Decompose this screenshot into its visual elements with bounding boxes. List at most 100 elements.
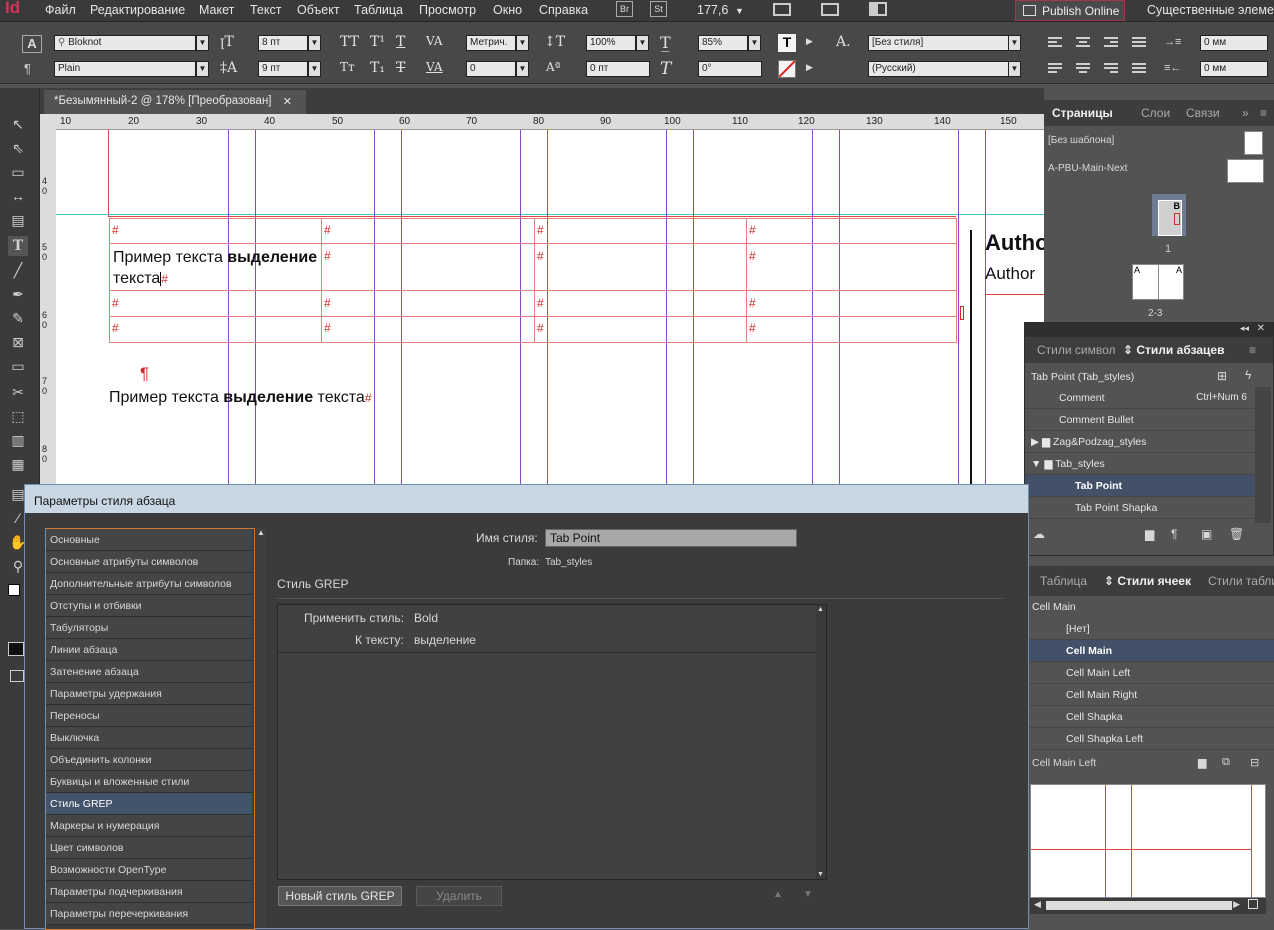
left-indent-field[interactable]: 0 мм [1200,35,1268,51]
new-style-from-selection-icon[interactable]: ⊞ [1217,369,1227,383]
none-master[interactable]: [Без шаблона] [1048,135,1114,146]
category-item[interactable]: Табуляторы [46,617,252,639]
delete-button[interactable]: Удалить [416,886,502,906]
paragraph-text[interactable]: Пример текста выделение текста# [109,389,372,407]
underline-icon[interactable]: T [396,34,405,50]
menu-edit[interactable]: Редактирование [90,3,185,17]
collapse-arrow-icon[interactable]: ▼ [1031,458,1044,470]
category-item[interactable]: Объединить колонки [46,749,252,771]
none-master-thumb[interactable] [1244,131,1263,155]
fill-swatch-icon[interactable] [8,584,20,596]
category-item[interactable]: Переносы [46,705,252,727]
scroll-up-icon[interactable]: ▲ [817,606,824,613]
gradient-feather-tool-icon[interactable]: ▦ [8,454,28,474]
expand-arrow-icon[interactable]: ▶ [1031,436,1042,448]
scroll-up-icon[interactable]: ▲ [257,528,265,537]
category-item[interactable]: Цвет символов [46,837,252,859]
screen-mode-icon[interactable] [821,3,839,16]
tracking-dropdown-icon[interactable]: ▼ [516,61,529,77]
leading-dropdown-icon[interactable]: ▼ [308,61,321,77]
vertical-scale-field[interactable]: 100% [586,35,636,51]
menu-help[interactable]: Справка [539,3,588,17]
tab-layers[interactable]: Слои [1141,106,1170,120]
superscript-icon[interactable]: T¹ [370,34,385,50]
category-item[interactable]: Выключка [46,727,252,749]
trash-icon[interactable]: 🗑 [1229,527,1244,541]
scroll-down-icon[interactable]: ▼ [817,871,824,878]
justify-left-icon[interactable] [1046,61,1064,77]
list-item-selected[interactable]: Cell Main [1028,640,1274,662]
gradient-tool-icon[interactable]: ▥ [8,430,28,450]
rectangle-frame-tool-icon[interactable]: ⊠ [8,332,28,352]
category-item[interactable]: Линии абзаца [46,639,252,661]
justify-all-icon[interactable] [1130,61,1148,77]
language-dropdown-icon[interactable]: ▼ [1008,61,1021,77]
tab-table-styles[interactable]: Стили табли [1208,574,1274,588]
selection-tool-icon[interactable]: ↖ [8,114,28,134]
new-style-icon[interactable]: ▣ [1201,527,1212,541]
menu-file[interactable]: Файл [45,3,76,17]
page-1-thumb[interactable]: B [1158,200,1182,236]
horizontal-ruler[interactable]: 10 20 30 40 50 60 70 80 90 100 110 120 1… [56,114,1044,130]
justify-right-icon[interactable] [1102,61,1120,77]
panel-menu-icon[interactable]: ≡ [1260,106,1267,120]
kerning-field[interactable]: Метрич. [466,35,516,51]
style-group[interactable]: ▼ ▆ Tab_styles [1025,453,1255,475]
category-list[interactable]: Основные Основные атрибуты символов Допо… [45,528,255,930]
font-style-dropdown-icon[interactable]: ▼ [196,61,209,77]
to-text-value[interactable]: выделение [414,633,476,647]
tab-character-styles[interactable]: Стили символ [1037,343,1116,357]
paragraph-style-list[interactable]: Comment Ctrl+Num 6 Comment Bullet ▶ ▆ Zag… [1025,387,1255,523]
font-family-dropdown-icon[interactable]: ▼ [196,35,209,51]
align-left-icon[interactable] [1046,35,1064,51]
stroke-arrow-icon[interactable]: ▶ [806,62,813,73]
menu-object[interactable]: Объект [297,3,340,17]
line-tool-icon[interactable]: ╱ [8,260,28,280]
menu-layout[interactable]: Макет [199,3,234,17]
preview-frame-icon[interactable] [1248,899,1258,909]
grep-style-entry[interactable]: Применить стиль: Bold К тексту: выделени… [278,605,816,653]
font-style-field[interactable]: Plain [54,61,196,77]
move-up-icon[interactable]: ▲ [773,889,783,900]
style-options-icon[interactable]: ¶ [1171,527,1177,541]
author-text[interactable]: Author [985,264,1035,284]
list-item-selected[interactable]: Tab Point [1025,475,1255,497]
paragraph-mode-icon[interactable]: ¶ [24,61,31,76]
screen-mode-tool-icon[interactable] [10,670,24,682]
baseline-shift-field[interactable]: 0 пт [586,61,650,77]
fill-text-icon[interactable]: T [778,34,796,52]
kerning-dropdown-icon[interactable]: ▼ [516,35,529,51]
style-group[interactable]: ▶ ▆ Zag&Podzag_styles [1025,431,1255,453]
collapse-panel-icon[interactable]: ◂◂ [1240,323,1249,334]
scissors-tool-icon[interactable]: ✂ [8,382,28,402]
stock-button[interactable]: St [650,1,667,17]
workspace-switcher[interactable]: Существенные элемент [1147,3,1274,17]
category-item[interactable]: Возможности OpenType [46,859,252,881]
grep-style-list[interactable]: Применить стиль: Bold К тексту: выделени… [277,604,827,880]
clear-cell-overrides-icon[interactable]: ⊟ [1250,756,1259,769]
scroll-right-icon[interactable]: ▶ [1233,899,1240,910]
author-heading[interactable]: Autho [985,230,1044,256]
publish-online-button[interactable]: Publish Online [1015,0,1125,21]
dialog-title[interactable]: Параметры стиля абзаца [25,485,1028,513]
apply-style-value[interactable]: Bold [414,611,438,625]
category-item[interactable]: Основные [46,529,252,551]
move-down-icon[interactable]: ▼ [803,889,813,900]
align-towards-spine-icon[interactable] [1130,35,1148,51]
gap-tool-icon[interactable]: ↔ [8,186,28,206]
style-name-input[interactable]: Tab Point [545,529,797,547]
character-style-field[interactable]: [Без стиля] [868,35,1010,51]
category-item[interactable]: Буквицы и вложенные стили [46,771,252,793]
tab-cell-styles[interactable]: ⇕ Стили ячеек [1104,574,1191,588]
font-size-field[interactable]: 8 пт [258,35,308,51]
overset-marker-icon[interactable] [960,306,964,320]
category-item-selected[interactable]: Стиль GREP [46,793,252,815]
horizontal-scale-field[interactable]: 85% [698,35,748,51]
leading-field[interactable]: 9 пт [258,61,308,77]
type-tool-icon[interactable]: T [8,236,28,256]
tab-paragraph-styles[interactable]: ⇕ Стили абзацев [1123,343,1224,357]
menu-view[interactable]: Просмотр [419,3,476,17]
tab-pages[interactable]: Страницы [1052,106,1113,120]
subscript-icon[interactable]: T₁ [370,60,385,76]
pen-tool-icon[interactable]: ✒ [8,284,28,304]
